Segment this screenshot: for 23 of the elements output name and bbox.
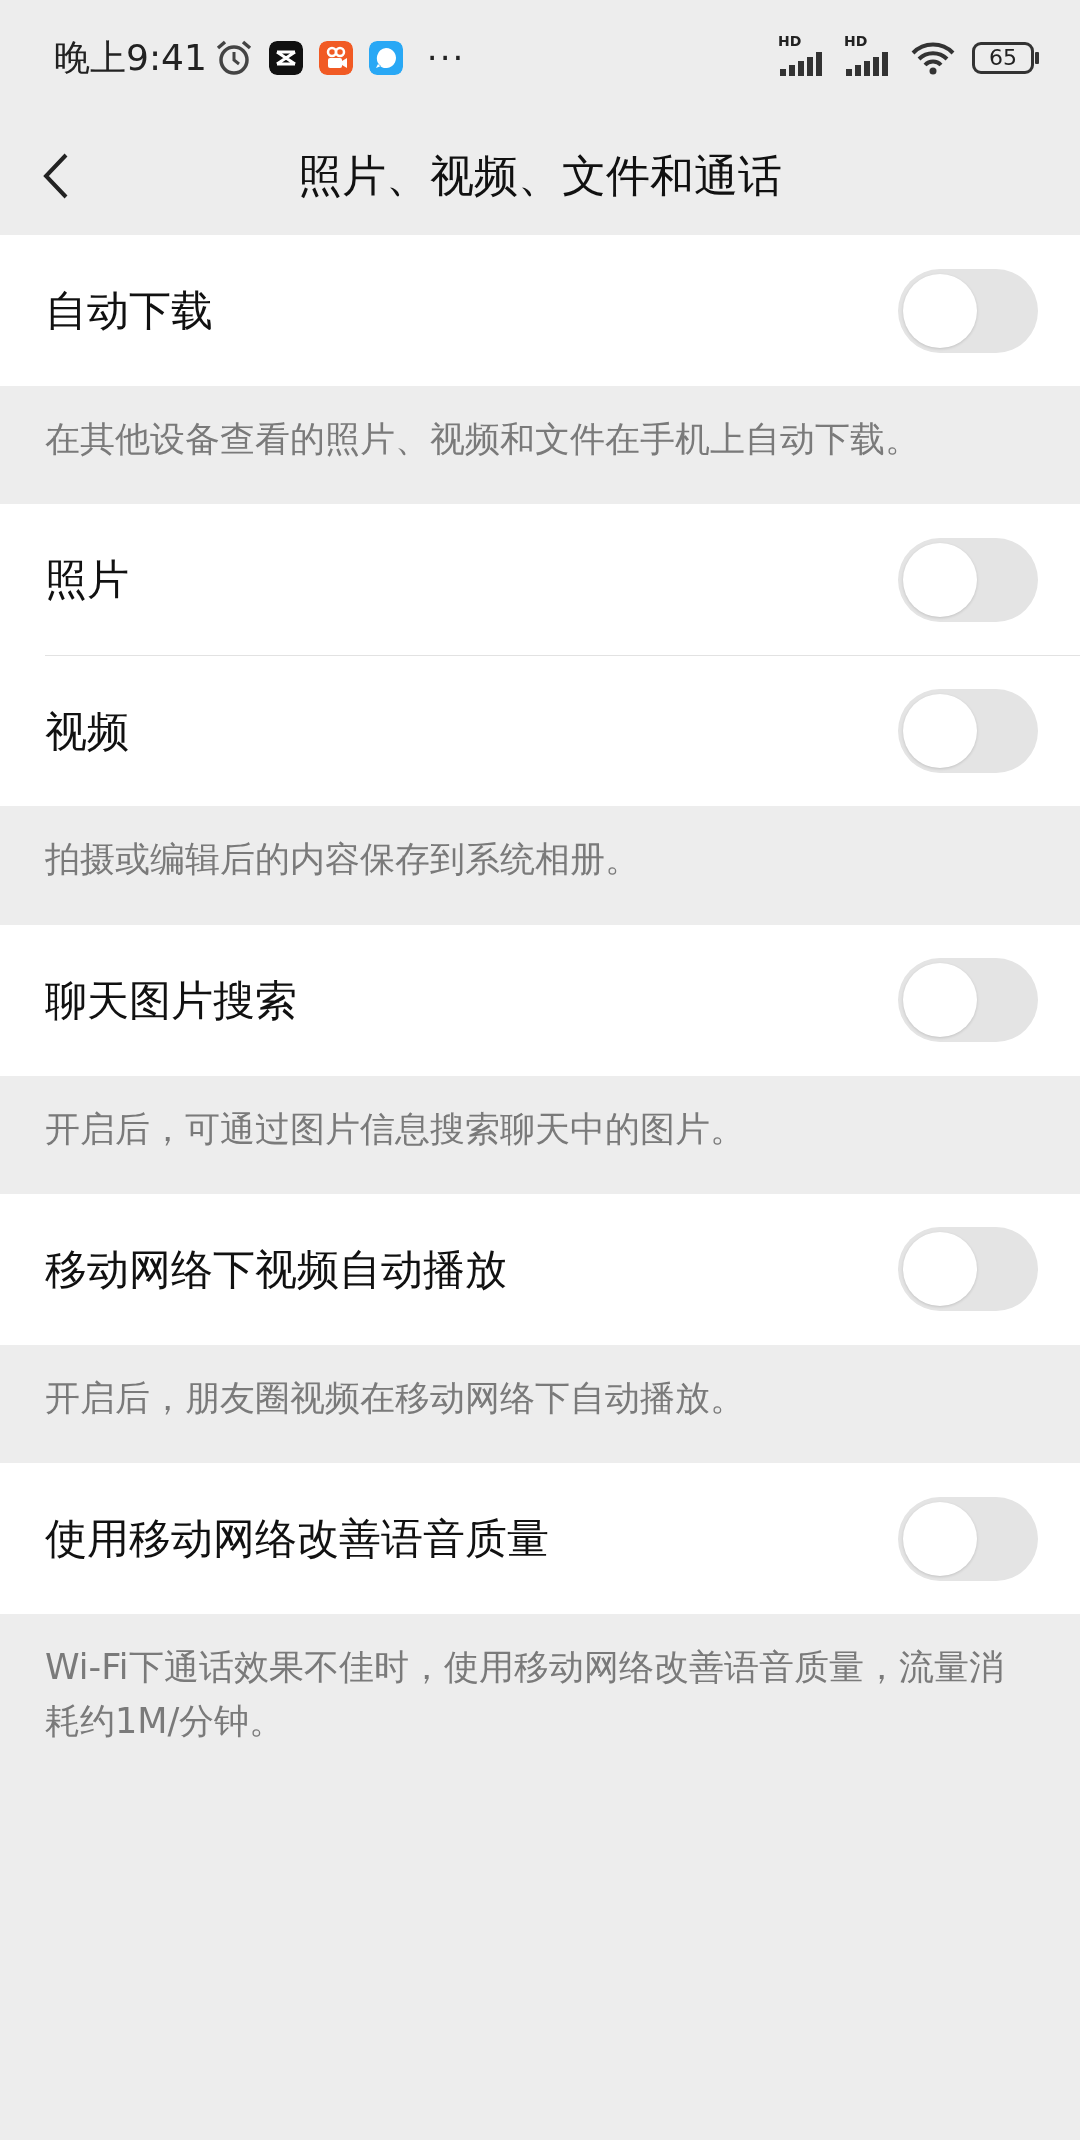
setting-description: 在其他设备查看的照片、视频和文件在手机上自动下载。 <box>44 418 921 461</box>
setting-description: 开启后，朋友圈视频在移动网络下自动播放。 <box>44 1376 746 1420</box>
setting-label: 自动下载 <box>45 285 213 337</box>
setting-label: 视频 <box>45 705 129 758</box>
setting-description: Wi-Fi下通话效果不佳时，使用移动网络改善语音质量，流量消耗约1M/分钟。 <box>44 1646 1005 1744</box>
network-type-label: HD <box>844 34 868 48</box>
setting-label: 照片 <box>45 554 129 607</box>
more-notifications: ··· <box>426 36 466 80</box>
app-icon <box>368 41 403 75</box>
alarm-clock-icon <box>214 39 253 77</box>
app-icon <box>268 41 303 75</box>
wifi-icon <box>910 41 956 75</box>
setting-label: 移动网络下视频自动播放 <box>45 1243 507 1296</box>
battery-level: 65 <box>972 42 1034 74</box>
setting-description: 拍摄或编辑后的内容保存到系统相册。 <box>44 838 641 882</box>
page-title: 照片、视频、文件和通话 <box>298 148 782 203</box>
setting-label: 使用移动网络改善语音质量 <box>45 1513 549 1565</box>
setting-label: 聊天图片搜索 <box>45 974 297 1027</box>
app-icon <box>318 41 353 75</box>
status-time: 晚上9:41 <box>54 36 207 80</box>
setting-description: 开启后，可通过图片信息搜索聊天中的图片。 <box>44 1107 746 1151</box>
network-type-label: HD <box>778 34 802 48</box>
battery-tip-icon <box>1034 52 1040 64</box>
